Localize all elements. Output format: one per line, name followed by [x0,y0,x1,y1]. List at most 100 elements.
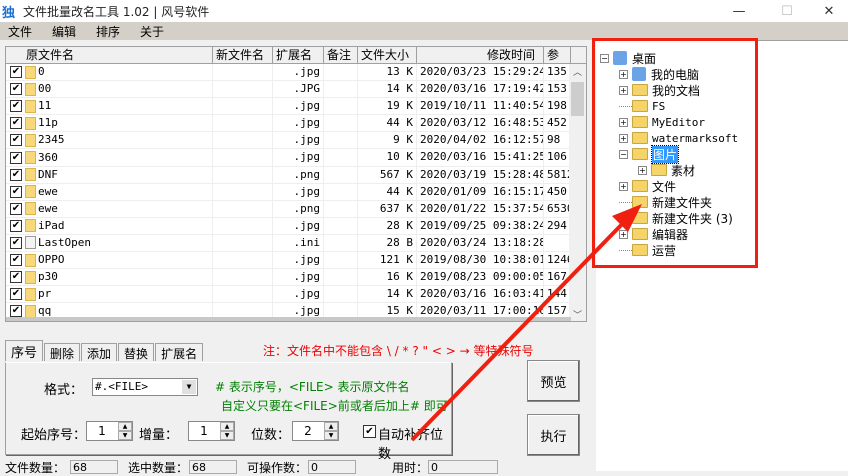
note-cell [324,252,358,269]
row-checkbox[interactable]: ✔ [10,219,22,232]
table-row[interactable]: ✔ DNF .png 567 K 2020/03/19 15:28:48 5812 [6,166,586,184]
tree-node[interactable]: − 图片 [619,144,680,164]
row-checkbox[interactable]: ✔ [10,288,22,301]
table-row[interactable]: ✔ OPPO .jpg 121 K 2019/08/30 10:38:01 124… [6,252,586,270]
spin-up-icon[interactable]: ▲ [118,422,132,431]
expand-icon[interactable]: + [619,85,628,95]
row-checkbox[interactable]: ✔ [10,117,22,130]
table-row[interactable]: ✔ 0 .jpg 13 K 2020/03/23 15:29:24 135 [6,64,586,82]
row-checkbox[interactable]: ✔ [10,236,22,249]
autopad-checkbox[interactable]: ✔ [363,425,376,438]
tab-add[interactable]: 添加 [81,343,118,361]
step-value[interactable]: 1 [189,424,219,438]
size-cell: 28 K [358,217,417,234]
row-checkbox[interactable]: ✔ [10,271,22,284]
tree-node[interactable]: − 桌面 [600,50,656,66]
col-size[interactable]: 文件大小 [358,47,417,63]
table-row[interactable]: ✔ ewe .jpg 44 K 2020/01/09 16:15:17 450 [6,183,586,201]
tab-delete[interactable]: 删除 [44,343,81,361]
start-spinner[interactable]: 1 ▲ ▼ [86,421,133,441]
scroll-up-icon[interactable]: ︿ [569,65,586,78]
expand-icon[interactable]: + [619,181,628,191]
expand-icon[interactable]: + [619,133,628,143]
table-row[interactable]: ✔ ewe .png 637 K 2020/01/22 15:37:54 6530 [6,200,586,218]
menu-sort[interactable]: 排序 [96,23,120,40]
col-new-name[interactable]: 新文件名 [213,47,273,63]
tree-node[interactable]: + 文件 [619,178,676,194]
row-checkbox[interactable]: ✔ [10,202,22,215]
table-row[interactable]: ✔ iPad .jpg 28 K 2019/09/25 09:38:24 294 [6,217,586,235]
table-row[interactable]: ✔ 360 .jpg 10 K 2020/03/16 15:41:25 106 [6,149,586,167]
menu-file[interactable]: 文件 [8,23,32,40]
digits-spinner[interactable]: 2 ▲ ▼ [292,421,339,441]
row-checkbox[interactable]: ✔ [10,305,22,318]
row-checkbox[interactable]: ✔ [10,185,22,198]
close-button[interactable]: ✕ [806,0,848,22]
tree-node[interactable]: + 素材 [638,162,695,178]
spin-down-icon[interactable]: ▼ [324,431,338,440]
row-checkbox[interactable]: ✔ [10,134,22,147]
tab-sequence[interactable]: 序号 [5,340,44,361]
extension-cell: .jpg [273,149,324,166]
table-row[interactable]: ✔ LastOpen .ini 28 B 2020/03/24 13:18:28 [6,234,586,253]
tree-node[interactable]: FS [619,98,665,114]
extension-cell: .jpg [273,64,324,81]
table-row[interactable]: ✔ 2345 .jpg 9 K 2020/04/02 16:12:57 98 [6,132,586,150]
collapse-icon[interactable]: − [600,53,609,63]
spin-down-icon[interactable]: ▼ [220,431,234,440]
tree-node[interactable]: + 我的文档 [619,82,700,98]
row-checkbox[interactable]: ✔ [10,83,22,96]
row-checkbox[interactable]: ✔ [10,151,22,164]
tree-node[interactable]: + MyEditor [619,114,705,130]
step-spinner[interactable]: 1 ▲ ▼ [188,421,235,441]
menu-about[interactable]: 关于 [140,23,164,40]
row-checkbox[interactable]: ✔ [10,100,22,113]
expand-icon[interactable]: + [638,165,647,175]
col-extension[interactable]: 扩展名 [273,47,324,63]
collapse-icon[interactable]: − [619,149,628,159]
row-checkbox[interactable]: ✔ [10,66,22,79]
tree-node[interactable]: + watermarksoft [619,130,738,146]
expand-icon[interactable]: + [619,117,628,127]
start-value[interactable]: 1 [87,424,117,438]
extension-cell: .JPG [273,81,324,98]
tree-node[interactable]: + 我的电脑 [619,66,699,82]
tree-node[interactable]: 新建文件夹 (3) [619,210,733,226]
table-row[interactable]: ✔ 11 .jpg 19 K 2019/10/11 11:40:54 198 [6,98,586,116]
file-name: OPPO [38,253,65,267]
menu-edit[interactable]: 编辑 [52,23,76,40]
scroll-down-icon[interactable]: ﹀ [569,308,586,321]
col-original-name[interactable]: 原文件名 [6,47,213,63]
digits-value[interactable]: 2 [293,424,323,438]
tab-replace[interactable]: 替换 [118,343,155,361]
scroll-thumb[interactable] [571,82,584,116]
tree-node[interactable]: 新建文件夹 [619,194,712,210]
new-name-cell [213,252,273,269]
tree-node[interactable]: + 编辑器 [619,226,688,242]
expand-icon[interactable]: + [619,69,628,79]
table-row[interactable]: ✔ pr .jpg 14 K 2020/03/16 16:03:41 144 [6,286,586,304]
image-file-icon [25,116,36,130]
dropdown-arrow-icon[interactable]: ▼ [182,380,196,394]
format-select[interactable]: #.<FILE> ▼ [92,378,198,396]
preview-button[interactable]: 预览 [527,360,580,402]
minimize-button[interactable]: — [716,0,762,22]
expand-icon[interactable]: + [619,229,628,239]
col-note[interactable]: 备注 [324,47,358,63]
table-row[interactable]: ✔ 11p .jpg 44 K 2020/03/12 16:48:53 452 [6,115,586,133]
row-checkbox[interactable]: ✔ [10,254,22,267]
tree-node[interactable]: 运营 [619,242,676,258]
table-row[interactable]: ✔ p30 .jpg 16 K 2019/08/23 09:00:05 167 [6,269,586,287]
horizontal-scrollbar[interactable] [6,317,571,321]
spin-down-icon[interactable]: ▼ [118,431,132,440]
row-checkbox[interactable]: ✔ [10,168,22,181]
spin-up-icon[interactable]: ▲ [324,422,338,431]
spin-up-icon[interactable]: ▲ [220,422,234,431]
maximize-button[interactable]: ☐ [764,0,810,22]
table-row[interactable]: ✔ 00 .JPG 14 K 2020/03/16 17:19:42 153 [6,81,586,99]
vertical-scrollbar[interactable]: ︿ ﹀ [569,64,586,321]
tab-extension[interactable]: 扩展名 [155,343,204,361]
col-extra[interactable]: 参 [544,47,571,63]
execute-button[interactable]: 执行 [527,414,580,456]
col-modified[interactable]: 修改时间 [417,47,544,63]
